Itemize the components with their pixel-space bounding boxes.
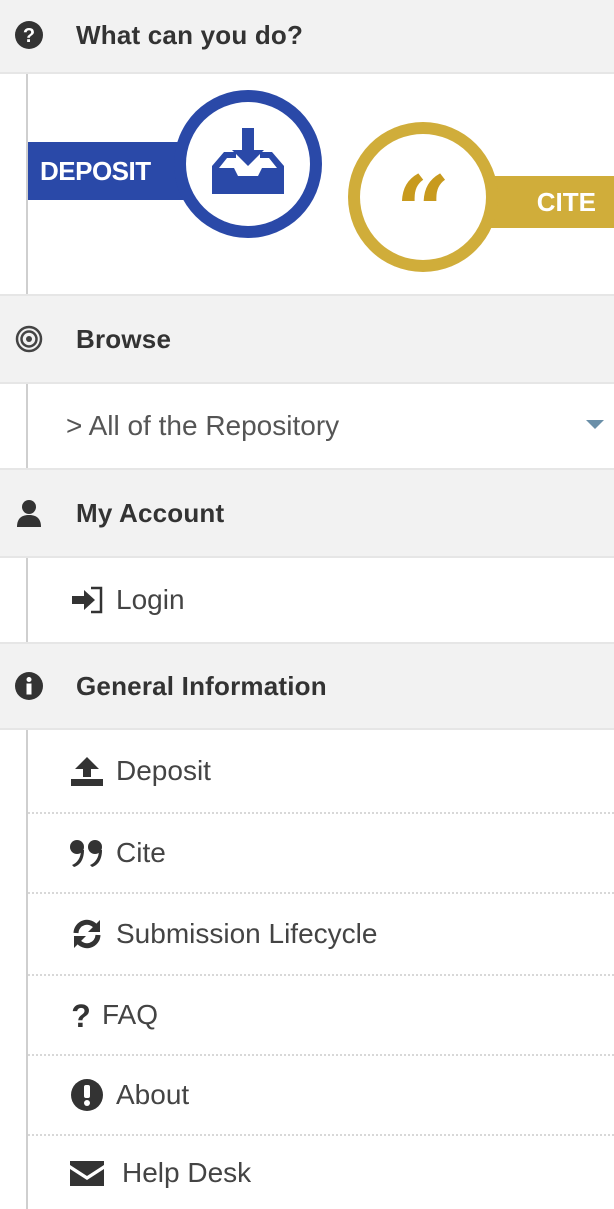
section-header-general-information: General Information: [0, 642, 614, 730]
envelope-icon: [68, 1156, 106, 1190]
section-title: What can you do?: [76, 19, 304, 50]
question-circle-icon: ?: [12, 18, 46, 52]
section-header-my-account: My Account: [0, 468, 614, 558]
general-info-item-cite[interactable]: Cite: [28, 814, 614, 894]
cite-banner-label: CITE: [536, 186, 596, 217]
actions-banner: DEPOSIT CITE “: [28, 76, 614, 294]
item-label: Cite: [116, 837, 166, 868]
quote-icon: “: [395, 155, 451, 268]
item-label: Help Desk: [122, 1156, 252, 1188]
inbox-download-icon: [206, 122, 290, 207]
question-icon: ?: [66, 998, 96, 1032]
browse-scope-dropdown[interactable]: > All of the Repository: [28, 384, 614, 468]
item-label: About: [116, 1079, 190, 1110]
section-title: Browse: [76, 323, 172, 354]
refresh-icon: [68, 917, 106, 951]
quote-icon: [68, 836, 106, 870]
login-link[interactable]: Login: [28, 558, 614, 642]
section-title: General Information: [76, 670, 327, 701]
section-title: My Account: [76, 497, 225, 528]
cite-badge[interactable]: “: [348, 122, 498, 272]
svg-text:?: ?: [23, 25, 35, 47]
deposit-badge[interactable]: [174, 90, 322, 238]
caret-down-icon: [586, 420, 604, 429]
browse-scope-label: > All of the Repository: [66, 410, 340, 441]
info-circle-icon: [12, 669, 46, 703]
item-label: Deposit: [116, 755, 211, 786]
target-icon: [12, 322, 46, 356]
general-info-item-submission-lifecycle[interactable]: Submission Lifecycle: [28, 894, 614, 976]
item-label: Submission Lifecycle: [116, 918, 378, 949]
svg-text:?: ?: [71, 999, 91, 1031]
user-icon: [12, 496, 46, 530]
section-header-what-can-you-do: ? What can you do?: [0, 0, 614, 74]
deposit-banner-label: DEPOSIT: [40, 155, 151, 186]
section-header-browse: Browse: [0, 294, 614, 384]
exclamation-icon: [68, 1078, 106, 1112]
sidebar: ? What can you do? DEPOSIT CITE “ Browse…: [0, 0, 614, 1209]
login-label: Login: [116, 584, 185, 615]
general-info-item-about[interactable]: About: [28, 1056, 614, 1136]
general-info-item-deposit[interactable]: Deposit: [28, 730, 614, 814]
general-info-item-faq[interactable]: ? FAQ: [28, 976, 614, 1056]
general-info-item-help-desk[interactable]: Help Desk: [28, 1136, 614, 1209]
item-label: FAQ: [102, 999, 159, 1030]
login-icon: [68, 583, 106, 617]
upload-icon: [68, 754, 106, 788]
